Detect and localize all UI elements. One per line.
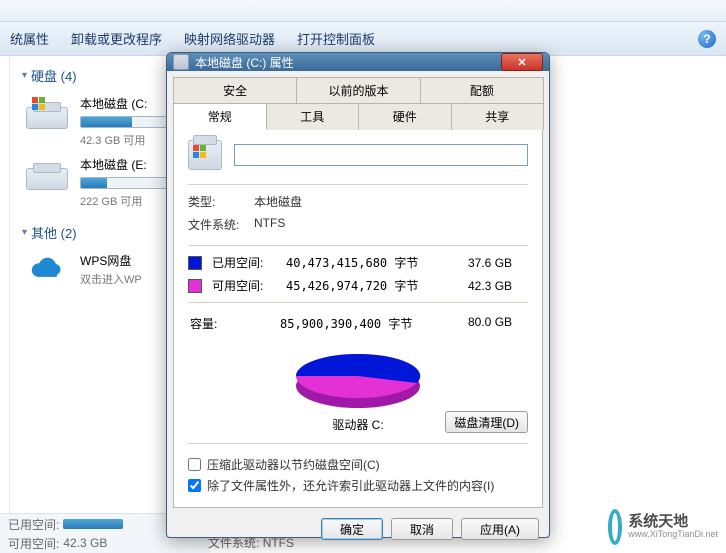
capacity-gb: 80.0 GB <box>468 315 528 332</box>
tab-previous-versions[interactable]: 以前的版本 <box>296 77 420 103</box>
free-label: 可用空间: <box>212 277 278 294</box>
dialog-button-row: 确定 取消 应用(A) <box>167 508 549 550</box>
cmd-map-network-drive[interactable]: 映射网络驱动器 <box>184 29 275 48</box>
cancel-button[interactable]: 取消 <box>391 518 453 540</box>
index-checkbox[interactable] <box>188 479 201 492</box>
capacity-bytes: 85,900,390,400 字节 <box>280 315 460 332</box>
group-header-label: 其他 (2) <box>31 223 77 242</box>
status-free-label: 可用空间: <box>8 535 59 552</box>
capacity-label: 容量: <box>190 315 272 332</box>
status-free-value: 42.3 GB <box>63 536 107 550</box>
used-bytes: 40,473,415,680 字节 <box>286 254 460 271</box>
watermark: 系统天地 www.XiTongTianDi.net <box>608 507 718 547</box>
nav-pane[interactable] <box>0 56 10 526</box>
usage-pie-chart <box>283 342 433 414</box>
used-label: 已用空间: <box>212 254 278 271</box>
group-header-label: 硬盘 (4) <box>31 66 77 85</box>
used-swatch <box>188 256 202 270</box>
tab-security[interactable]: 安全 <box>173 77 297 103</box>
status-used-label: 已用空间: <box>8 516 59 533</box>
drive-subtitle: 双击进入WP <box>80 271 142 287</box>
watermark-icon <box>608 509 622 545</box>
volume-label-input[interactable] <box>234 144 528 166</box>
drive-title: WPS网盘 <box>80 252 142 269</box>
filesystem-label: 文件系统: <box>188 216 254 233</box>
type-label: 类型: <box>188 193 254 210</box>
tab-general[interactable]: 常规 <box>173 103 267 130</box>
cmd-uninstall[interactable]: 卸载或更改程序 <box>71 29 162 48</box>
pie-drive-label: 驱动器 C: <box>332 416 383 433</box>
apply-button[interactable]: 应用(A) <box>461 518 539 540</box>
cmd-open-control-panel[interactable]: 打开控制面板 <box>297 29 375 48</box>
explorer-command-bar: 统属性 卸载或更改程序 映射网络驱动器 打开控制面板 ? <box>0 22 726 56</box>
free-swatch <box>188 279 202 293</box>
hdd-icon <box>26 156 68 190</box>
help-icon[interactable]: ? <box>698 30 716 48</box>
filesystem-value: NTFS <box>254 216 528 233</box>
hdd-icon <box>173 54 189 70</box>
free-gb: 42.3 GB <box>468 279 528 293</box>
tab-sharing[interactable]: 共享 <box>451 103 545 130</box>
close-button[interactable]: ✕ <box>501 53 543 71</box>
compress-label: 压缩此驱动器以节约磁盘空间(C) <box>207 456 380 473</box>
tab-hardware[interactable]: 硬件 <box>358 103 452 130</box>
status-usage-bar <box>63 519 123 529</box>
hdd-icon <box>26 95 68 129</box>
index-label: 除了文件属性外，还允许索引此驱动器上文件的内容(I) <box>207 477 494 494</box>
cmd-system-properties[interactable]: 统属性 <box>10 29 49 48</box>
dialog-title: 本地磁盘 (C:) 属性 <box>195 54 294 71</box>
ok-button[interactable]: 确定 <box>321 518 383 540</box>
hdd-icon <box>188 140 222 170</box>
disk-cleanup-button[interactable]: 磁盘清理(D) <box>445 411 528 433</box>
tab-tools[interactable]: 工具 <box>266 103 360 130</box>
collapse-icon: ▾ <box>22 70 27 81</box>
cloud-icon <box>26 252 68 286</box>
tab-page-general: 类型: 本地磁盘 文件系统: NTFS 已用空间: 40,473,415,680… <box>173 130 543 508</box>
used-gb: 37.6 GB <box>468 256 528 270</box>
menu-bar <box>0 0 726 22</box>
collapse-icon: ▾ <box>22 227 27 238</box>
tab-quota[interactable]: 配额 <box>420 77 544 103</box>
compress-checkbox[interactable] <box>188 458 201 471</box>
type-value: 本地磁盘 <box>254 193 528 210</box>
properties-dialog: 本地磁盘 (C:) 属性 ✕ 安全 以前的版本 配额 常规 工具 硬件 共享 <box>166 52 550 538</box>
dialog-title-bar[interactable]: 本地磁盘 (C:) 属性 ✕ <box>167 53 549 71</box>
free-bytes: 45,426,974,720 字节 <box>286 277 460 294</box>
